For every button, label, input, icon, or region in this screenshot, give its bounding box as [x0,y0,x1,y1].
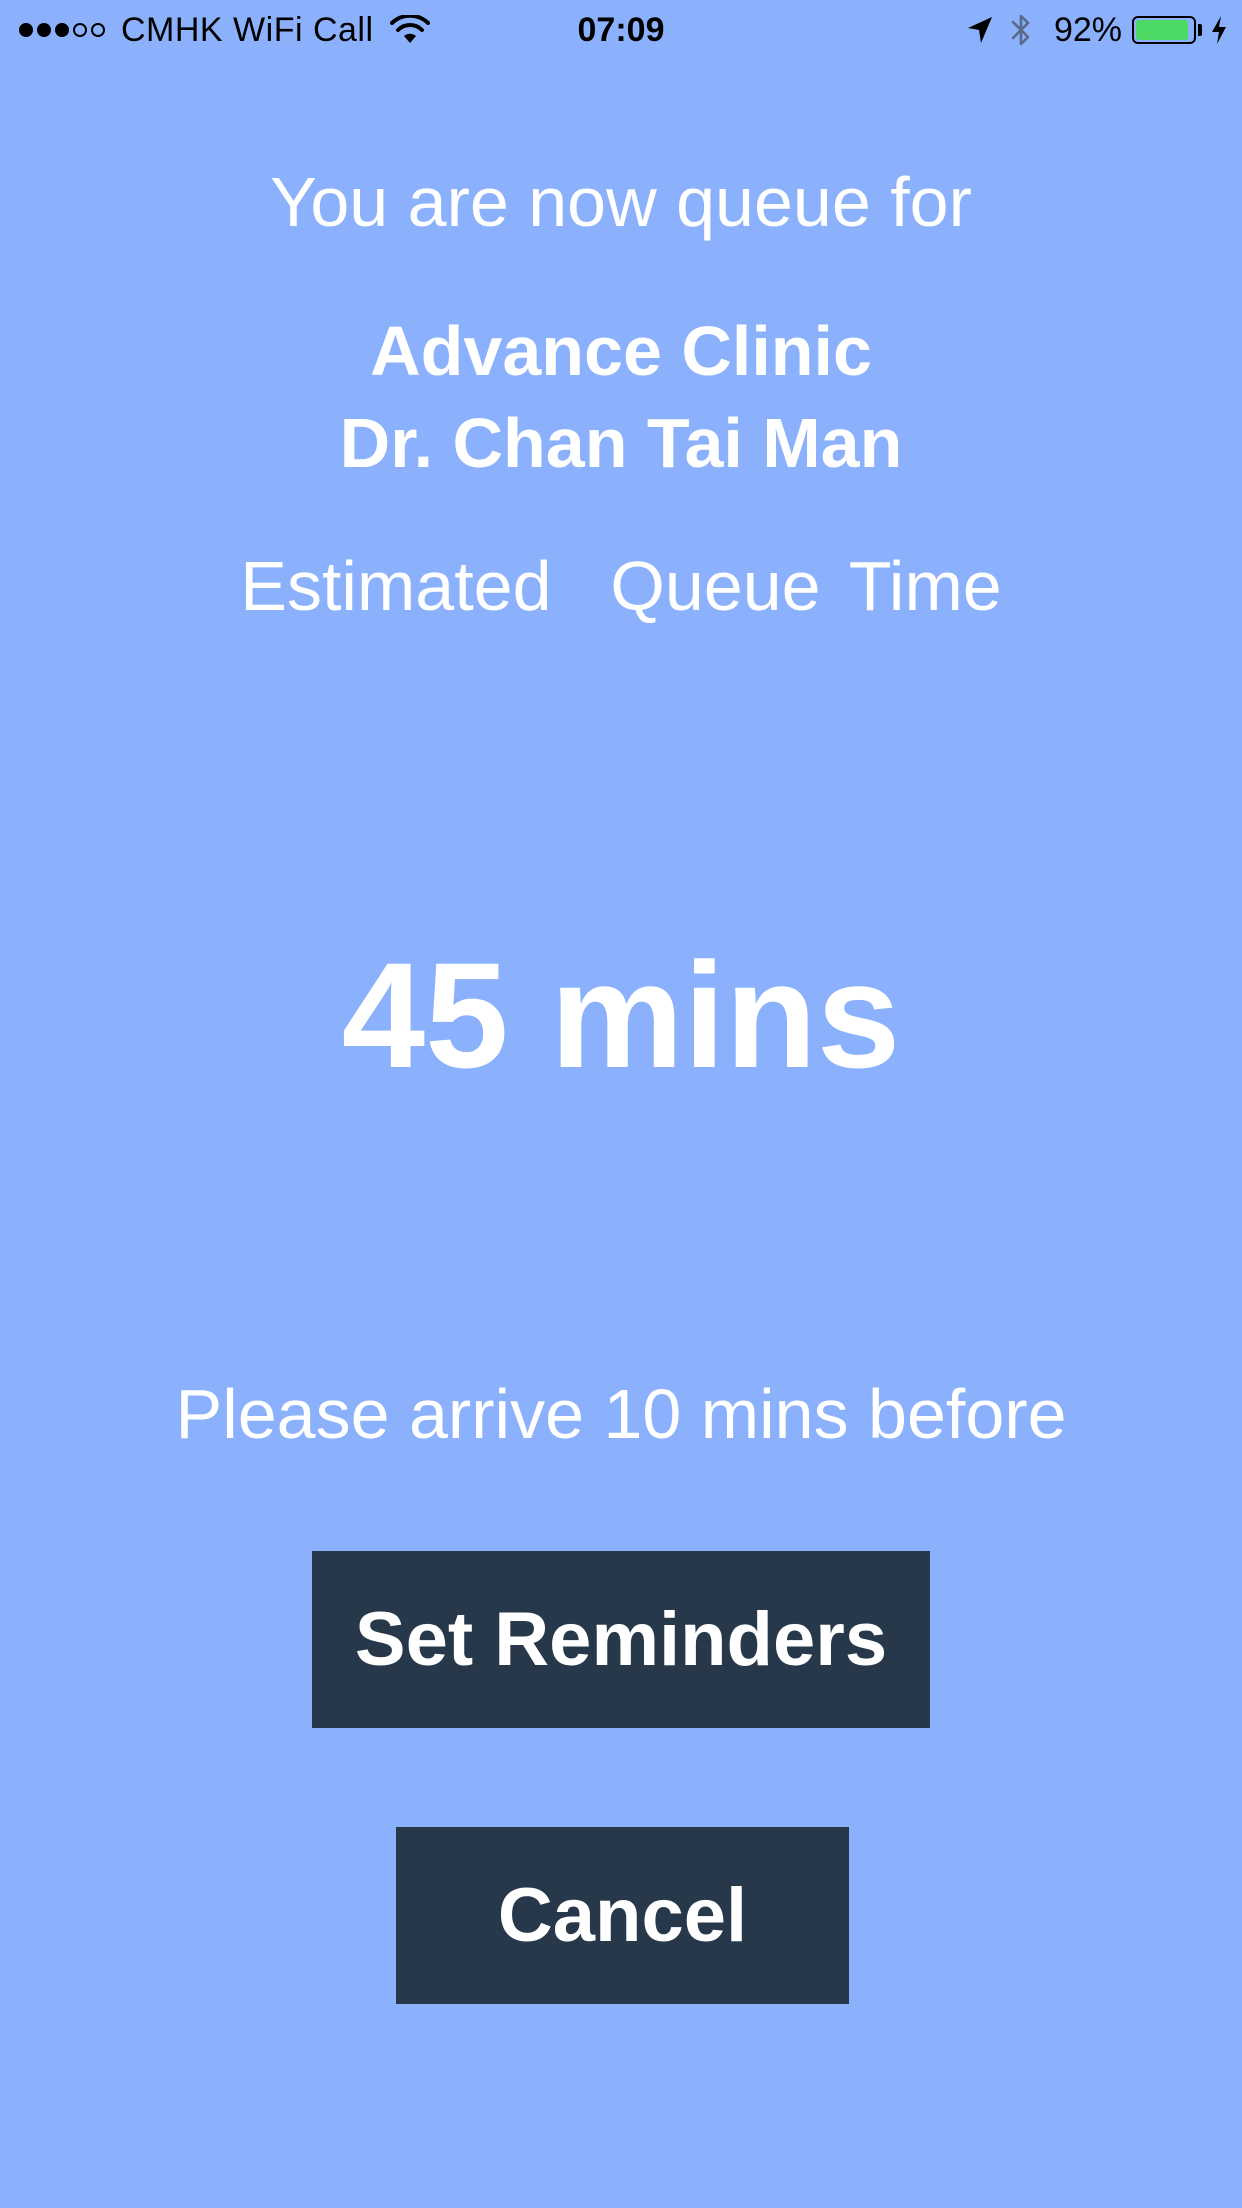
battery-icon [1132,16,1196,44]
clinic-name: Advance Clinic [370,312,872,390]
queue-time-value: 45 mins [341,931,901,1099]
bluetooth-icon [1011,14,1030,46]
battery-level-fill [1136,20,1188,40]
doctor-name: Dr. Chan Tai Man [339,404,903,482]
battery-tip [1198,24,1202,36]
battery-percentage: 92% [1053,10,1122,49]
charging-bolt-icon [1212,16,1226,44]
wifi-icon [389,15,430,43]
estimated-queue-time-label: Estimated Queue Time [240,547,1002,625]
arrive-note: Please arrive 10 mins before [175,1375,1067,1453]
set-reminders-button[interactable]: Set Reminders [312,1551,930,1728]
status-bar: CMHK WiFi Call 07:09 92% [0,0,1242,60]
status-left: CMHK WiFi Call [19,0,430,60]
status-right: 92% [966,0,1228,60]
queue-intro-text: You are now queue for [270,163,972,241]
carrier-name: CMHK WiFi Call [121,10,374,49]
cancel-button[interactable]: Cancel [396,1827,849,2004]
cellular-signal-icon [19,23,109,37]
location-arrow-icon [967,17,992,43]
